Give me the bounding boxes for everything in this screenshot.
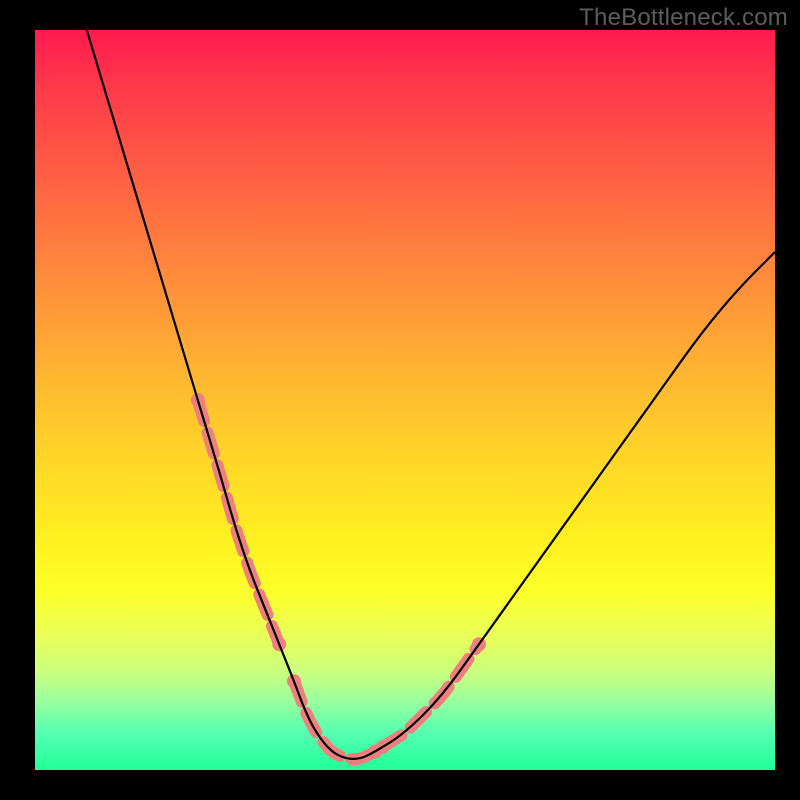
highlight-segment	[294, 681, 375, 759]
bottleneck-curve	[87, 30, 775, 759]
watermark-text: TheBottleneck.com	[579, 4, 788, 32]
chart-frame: TheBottleneck.com	[0, 0, 800, 800]
highlight-segment	[383, 644, 479, 747]
curve-svg	[35, 30, 775, 770]
plot-area	[35, 30, 775, 770]
highlight-layer	[191, 393, 486, 759]
highlight-segment	[198, 400, 279, 644]
